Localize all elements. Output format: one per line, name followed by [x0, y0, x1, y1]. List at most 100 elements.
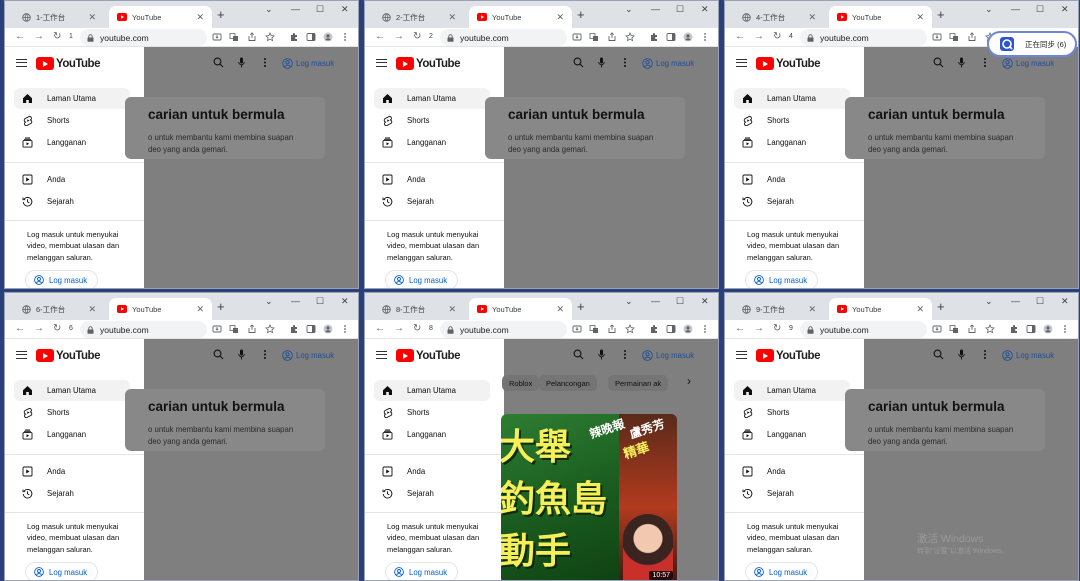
new-tab-icon[interactable]: +: [217, 299, 225, 314]
forward-icon[interactable]: →: [34, 323, 44, 334]
sidebar-item-you[interactable]: Anda: [374, 461, 490, 482]
sidebar-item-history[interactable]: Sejarah: [14, 483, 130, 504]
minimize-icon[interactable]: —: [651, 296, 660, 306]
share-icon[interactable]: [607, 32, 617, 42]
side-panel-icon[interactable]: [306, 324, 316, 334]
sidebar-item-history[interactable]: Sejarah: [374, 483, 490, 504]
microphone-icon[interactable]: [238, 57, 245, 68]
share-icon[interactable]: [247, 324, 257, 334]
share-icon[interactable]: [247, 32, 257, 42]
close-window-icon[interactable]: ✕: [341, 4, 349, 15]
tab-youtube[interactable]: YouTube ✕: [109, 298, 212, 320]
tab-search-icon[interactable]: ⌄: [625, 296, 633, 307]
install-icon[interactable]: [212, 324, 222, 334]
sidebar-item-you[interactable]: Anda: [14, 169, 130, 190]
extensions-icon[interactable]: [1009, 324, 1019, 334]
reload-icon[interactable]: ↻: [53, 31, 61, 42]
tab-youtube[interactable]: YouTube ✕: [829, 298, 932, 320]
close-window-icon[interactable]: ✕: [1061, 4, 1069, 15]
profile-icon[interactable]: [683, 32, 693, 42]
tab-workspace[interactable]: 9-工作台 ✕: [733, 298, 824, 320]
reload-icon[interactable]: ↻: [773, 323, 781, 334]
forward-icon[interactable]: →: [754, 323, 764, 334]
settings-dots-icon[interactable]: [983, 57, 987, 68]
close-icon[interactable]: ✕: [916, 304, 924, 315]
extensions-icon[interactable]: [649, 324, 659, 334]
maximize-icon[interactable]: ☐: [676, 4, 684, 15]
microphone-icon[interactable]: [238, 349, 245, 360]
close-icon[interactable]: ✕: [808, 12, 816, 23]
sidebar-item-history[interactable]: Sejarah: [14, 191, 130, 212]
signin-button[interactable]: Log masuk: [25, 562, 98, 580]
bookmark-star-icon[interactable]: [265, 324, 275, 334]
microphone-icon[interactable]: [598, 349, 605, 360]
search-icon[interactable]: [933, 57, 944, 68]
forward-icon[interactable]: →: [394, 31, 404, 42]
maximize-icon[interactable]: ☐: [1036, 4, 1044, 15]
close-window-icon[interactable]: ✕: [341, 296, 349, 307]
profile-icon[interactable]: [683, 324, 693, 334]
search-icon[interactable]: [573, 349, 584, 360]
new-tab-icon[interactable]: +: [577, 299, 585, 314]
extensions-icon[interactable]: [649, 32, 659, 42]
settings-dots-icon[interactable]: [983, 349, 987, 360]
search-icon[interactable]: [933, 349, 944, 360]
maximize-icon[interactable]: ☐: [316, 4, 324, 15]
signin-button[interactable]: Log masuk: [385, 270, 458, 288]
more-menu-icon[interactable]: [703, 324, 707, 334]
sidebar-item-subscriptions[interactable]: Langganan: [374, 424, 490, 445]
search-icon[interactable]: [573, 57, 584, 68]
tab-workspace[interactable]: 4-工作台 ✕: [733, 6, 824, 28]
sidebar-item-home[interactable]: Laman Utama: [374, 88, 490, 109]
tab-search-icon[interactable]: ⌄: [985, 4, 993, 15]
bookmark-star-icon[interactable]: [625, 324, 635, 334]
sidebar-item-shorts[interactable]: Shorts: [374, 402, 490, 423]
hamburger-menu-icon[interactable]: [736, 351, 747, 359]
side-panel-icon[interactable]: [666, 32, 676, 42]
install-icon[interactable]: [572, 32, 582, 42]
microphone-icon[interactable]: [958, 349, 965, 360]
more-menu-icon[interactable]: [703, 32, 707, 42]
bookmark-star-icon[interactable]: [625, 32, 635, 42]
sidebar-item-home[interactable]: Laman Utama: [734, 380, 850, 401]
close-window-icon[interactable]: ✕: [701, 296, 709, 307]
minimize-icon[interactable]: —: [1011, 4, 1020, 14]
youtube-logo[interactable]: YouTube: [36, 349, 100, 362]
reload-icon[interactable]: ↻: [413, 323, 421, 334]
microphone-icon[interactable]: [958, 57, 965, 68]
sidebar-item-shorts[interactable]: Shorts: [374, 110, 490, 131]
filter-chip[interactable]: Pelancongan: [539, 375, 597, 391]
signin-button[interactable]: Log masuk: [745, 270, 818, 288]
tab-youtube[interactable]: YouTube ✕: [469, 6, 572, 28]
hamburger-menu-icon[interactable]: [16, 59, 27, 67]
tab-search-icon[interactable]: ⌄: [265, 296, 273, 307]
share-icon[interactable]: [967, 324, 977, 334]
sidebar-item-subscriptions[interactable]: Langganan: [14, 424, 130, 445]
settings-dots-icon[interactable]: [623, 57, 627, 68]
hamburger-menu-icon[interactable]: [376, 351, 387, 359]
profile-icon[interactable]: [323, 324, 333, 334]
header-signin-button[interactable]: Log masuk: [282, 58, 334, 69]
close-icon[interactable]: ✕: [88, 304, 96, 315]
translate-icon[interactable]: [229, 32, 239, 42]
profile-icon[interactable]: [1043, 324, 1053, 334]
close-icon[interactable]: ✕: [916, 12, 924, 23]
close-icon[interactable]: ✕: [556, 304, 564, 315]
tab-search-icon[interactable]: ⌄: [985, 296, 993, 307]
more-menu-icon[interactable]: [343, 324, 347, 334]
forward-icon[interactable]: →: [754, 31, 764, 42]
new-tab-icon[interactable]: +: [217, 7, 225, 22]
close-icon[interactable]: ✕: [196, 304, 204, 315]
translate-icon[interactable]: [229, 324, 239, 334]
hamburger-menu-icon[interactable]: [376, 59, 387, 67]
tab-search-icon[interactable]: ⌄: [265, 4, 273, 15]
tab-search-icon[interactable]: ⌄: [625, 4, 633, 15]
sidebar-item-subscriptions[interactable]: Langganan: [14, 132, 130, 153]
back-icon[interactable]: ←: [375, 31, 385, 42]
signin-button[interactable]: Log masuk: [25, 270, 98, 288]
sidebar-item-history[interactable]: Sejarah: [374, 191, 490, 212]
sidebar-item-you[interactable]: Anda: [734, 169, 850, 190]
header-signin-button[interactable]: Log masuk: [282, 350, 334, 361]
sidebar-item-you[interactable]: Anda: [734, 461, 850, 482]
side-panel-icon[interactable]: [1026, 324, 1036, 334]
